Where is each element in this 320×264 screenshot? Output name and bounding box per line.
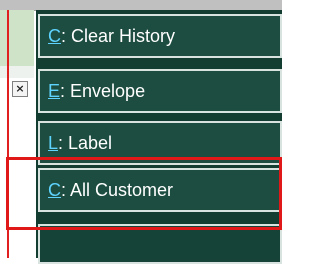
- left-pane: ×: [0, 10, 34, 258]
- close-icon[interactable]: ×: [12, 81, 28, 97]
- menu-item-label: : Label: [58, 133, 113, 153]
- left-pane-row: [0, 66, 34, 78]
- menu-item-label: : All Customer: [61, 180, 174, 200]
- menu-item-label: : Clear History: [61, 26, 176, 46]
- hotkey-letter: C: [48, 180, 61, 200]
- red-margin-line: [7, 10, 9, 258]
- hotkey-letter: E: [48, 81, 61, 101]
- menu-item-all-customer[interactable]: C: All Customer: [38, 168, 282, 212]
- left-pane-header-row: [0, 10, 34, 67]
- menu-item-envelope[interactable]: E: Envelope: [38, 69, 282, 113]
- menu-item-clear-history[interactable]: C: Clear History: [38, 14, 282, 58]
- menu-item-empty[interactable]: [38, 224, 282, 264]
- hotkey-letter: C: [48, 26, 61, 46]
- menu-item-label[interactable]: L: Label: [38, 121, 282, 165]
- hotkey-letter: L: [48, 133, 59, 153]
- menu-item-label: : Envelope: [60, 81, 146, 101]
- shortcut-menu: C: Clear History E: Envelope L: Label C:…: [36, 10, 282, 264]
